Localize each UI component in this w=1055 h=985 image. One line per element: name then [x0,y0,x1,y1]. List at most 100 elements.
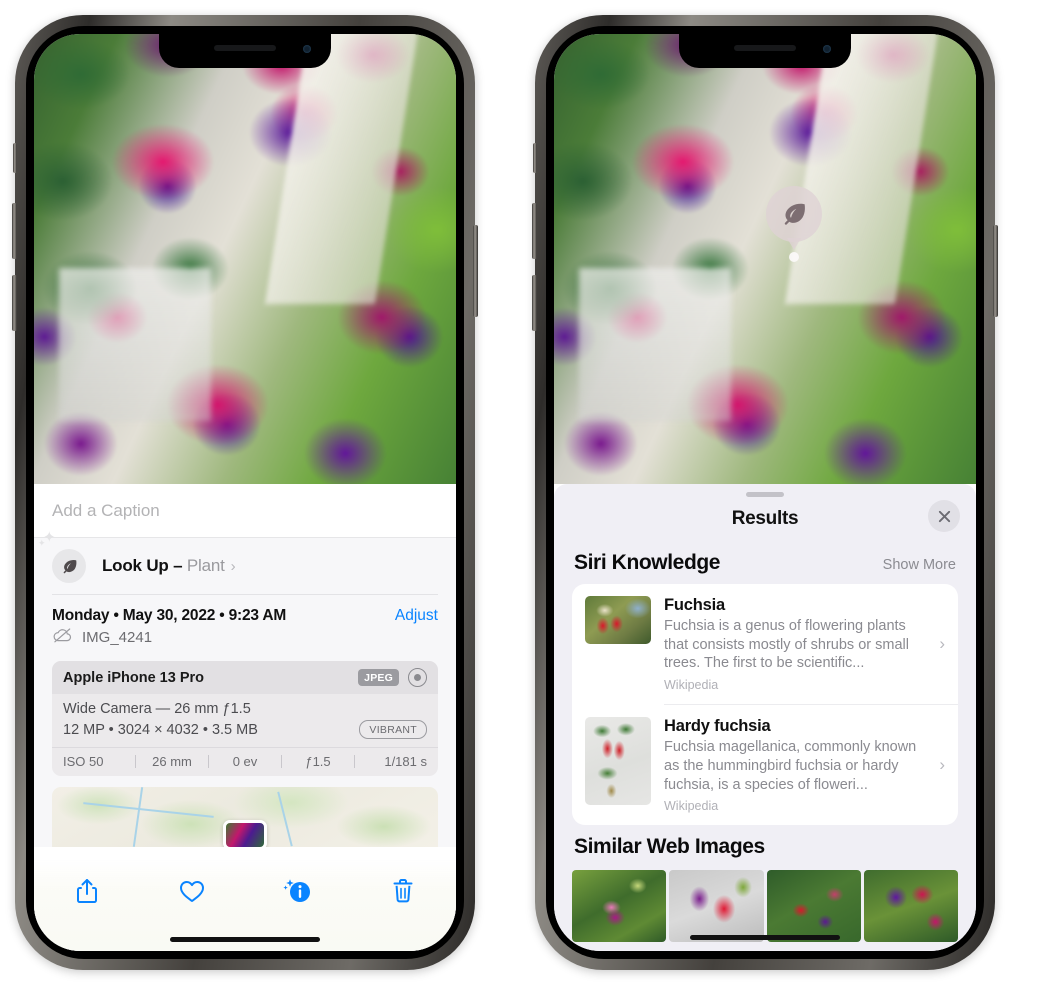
web-thumb-2[interactable] [669,870,764,943]
datetime-row: Monday • May 30, 2022 • 9:23 AM Adjust [52,595,438,627]
volume-down-button[interactable] [532,275,537,331]
look-up-label: Look Up – Plant [102,556,225,576]
aperture-icon[interactable] [408,668,427,687]
front-camera-icon [303,45,311,53]
map-road [132,787,144,847]
power-button[interactable] [473,225,478,317]
exif-header-badges: JPEG [358,668,427,687]
section-title: Siri Knowledge [574,551,721,574]
location-map[interactable] [52,787,438,847]
lookup-block: ✦ ✦ Look Up – Plant › Monday • May 30, 2… [34,530,456,847]
map-road [83,802,214,818]
results-title: Results [731,508,799,529]
map-photo-pin [223,820,267,847]
knowledge-item[interactable]: Hardy fuchsia Fuchsia magellanica, commo… [572,705,958,825]
knowledge-title: Hardy fuchsia [664,717,771,736]
volume-up-button[interactable] [532,203,537,259]
results-sheet: Results Siri Knowledge Show More Fuchsia… [554,484,976,951]
power-button[interactable] [993,225,998,317]
home-indicator[interactable] [170,937,320,942]
web-thumb-1[interactable] [572,870,667,943]
photo-background-wall [579,268,732,421]
format-badge: JPEG [358,669,399,686]
knowledge-text: Fuchsia Fuchsia is a genus of flowering … [664,596,946,692]
exif-aperture: ƒ1.5 [305,754,331,769]
similar-web-images-header: Similar Web Images [554,825,976,868]
photo-toolbar [34,859,456,951]
leaf-icon [52,549,86,583]
share-icon[interactable] [65,873,109,909]
volume-down-button[interactable] [12,275,17,331]
info-sparkle-icon[interactable] [276,873,320,909]
chevron-right-icon: › [230,557,236,575]
exif-header: Apple iPhone 13 Pro JPEG [52,661,438,694]
knowledge-thumbnail [585,596,651,644]
caption-placeholder: Add a Caption [52,500,160,520]
screenshot-stage: Add a Caption ✦ ✦ Look Up – Plant › Mond… [0,0,1055,985]
exif-focal-length: 26 mm [152,754,192,769]
caption-input[interactable]: Add a Caption [34,484,456,538]
photo-viewer[interactable] [554,34,976,484]
photo-info-sheet: Add a Caption ✦ ✦ Look Up – Plant › Mond… [34,484,456,951]
earpiece-speaker [734,45,796,51]
visual-look-up-badge[interactable] [766,186,822,262]
style-badge: VIBRANT [359,720,427,739]
silent-switch[interactable] [533,143,537,173]
look-up-row[interactable]: ✦ ✦ Look Up – Plant › [38,530,438,594]
web-thumb-4[interactable] [863,870,958,943]
exif-iso: ISO 50 [63,754,104,769]
volume-up-button[interactable] [12,203,17,259]
exif-size-row: 12 MP • 3024 × 4032 • 3.5 MB VIBRANT [63,720,427,739]
home-indicator[interactable] [690,935,840,940]
results-header: Results [554,497,976,541]
show-more-button[interactable]: Show More [883,557,956,573]
chevron-right-icon: › [939,634,945,654]
look-up-subject: Plant [186,556,225,575]
earpiece-speaker [214,45,276,51]
knowledge-description: Fuchsia is a genus of flowering plants t… [664,618,909,672]
exif-shutter-speed: 1/181 s [384,754,427,769]
badge-anchor-dot [789,252,799,262]
knowledge-description: Fuchsia magellanica, commonly known as t… [664,739,917,793]
siri-knowledge-card: Fuchsia Fuchsia is a genus of flowering … [572,584,958,826]
map-road [276,791,293,847]
photo-viewer[interactable] [34,34,456,484]
knowledge-thumbnail [585,717,651,806]
filename-row: IMG_4241 [52,627,438,661]
screen-left: Add a Caption ✦ ✦ Look Up – Plant › Mond… [34,34,456,951]
trash-icon[interactable] [381,873,425,909]
phone-left: Add a Caption ✦ ✦ Look Up – Plant › Mond… [12,15,478,970]
badge-pointer [787,238,801,250]
exif-card: Apple iPhone 13 Pro JPEG Wide Camera — 2… [52,661,438,776]
knowledge-text: Hardy fuchsia Fuchsia magellanica, commo… [664,717,946,813]
chevron-right-icon: › [939,755,945,775]
image-size-info: 12 MP • 3024 × 4032 • 3.5 MB [63,721,258,738]
photo-background-wall [59,268,212,421]
screen-right: Results Siri Knowledge Show More Fuchsia… [554,34,976,951]
siri-knowledge-header: Siri Knowledge Show More [554,541,976,584]
lens-info: Wide Camera — 26 mm ƒ1.5 [63,701,251,717]
silent-switch[interactable] [13,143,17,173]
section-title: Similar Web Images [574,835,765,859]
cloud-slash-icon [52,627,73,648]
exif-stats: ISO 50 26 mm 0 ev ƒ1.5 1/181 s [52,747,438,776]
camera-model: Apple iPhone 13 Pro [63,669,204,686]
similar-web-images-strip[interactable] [554,870,976,943]
notch-left [159,34,331,68]
adjust-button[interactable]: Adjust [395,607,438,625]
front-camera-icon [823,45,831,53]
look-up-title: Look Up – [102,556,183,575]
phone-right: Results Siri Knowledge Show More Fuchsia… [532,15,998,970]
knowledge-item[interactable]: Fuchsia Fuchsia is a genus of flowering … [572,584,958,704]
leaf-icon [766,186,822,242]
knowledge-title: Fuchsia [664,596,725,614]
photo-filename: IMG_4241 [82,629,153,646]
heart-icon[interactable] [170,873,214,909]
web-thumb-3[interactable] [766,870,861,943]
knowledge-source: Wikipedia [664,799,719,814]
close-icon[interactable] [928,500,960,532]
exif-body: Wide Camera — 26 mm ƒ1.5 12 MP • 3024 × … [52,694,438,747]
photo-datetime: Monday • May 30, 2022 • 9:23 AM [52,607,287,624]
sparkles-icon: ✦ ✦ [38,529,56,548]
knowledge-source: Wikipedia [664,678,719,693]
